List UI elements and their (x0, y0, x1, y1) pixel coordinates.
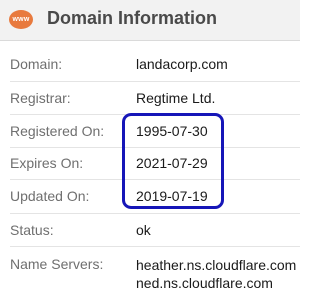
registrar-label: Registrar: (10, 90, 71, 106)
name-servers-label: Name Servers: (10, 256, 104, 272)
domain-value: landacorp.com (136, 56, 228, 72)
expires-on-label: Expires On: (10, 155, 84, 171)
updated-on-label: Updated On: (10, 188, 90, 204)
dates-highlight-box (122, 113, 224, 209)
page-title: Domain Information (47, 8, 217, 28)
divider (10, 213, 300, 214)
status-value: ok (136, 222, 151, 238)
name-servers-list: heather.ns.cloudflare.com ned.ns.cloudfl… (136, 256, 296, 292)
divider (10, 246, 300, 247)
registrar-value: Regtime Ltd. (136, 90, 216, 106)
domain-label: Domain: (10, 56, 63, 72)
domain-info-header: www Domain Information (0, 0, 300, 41)
registered-on-label: Registered On: (10, 123, 105, 139)
divider (10, 81, 300, 82)
www-globe-icon: www (9, 10, 33, 29)
name-server-item: ned.ns.cloudflare.com (136, 275, 273, 291)
name-server-item: heather.ns.cloudflare.com (136, 257, 297, 273)
status-label: Status: (10, 222, 54, 238)
